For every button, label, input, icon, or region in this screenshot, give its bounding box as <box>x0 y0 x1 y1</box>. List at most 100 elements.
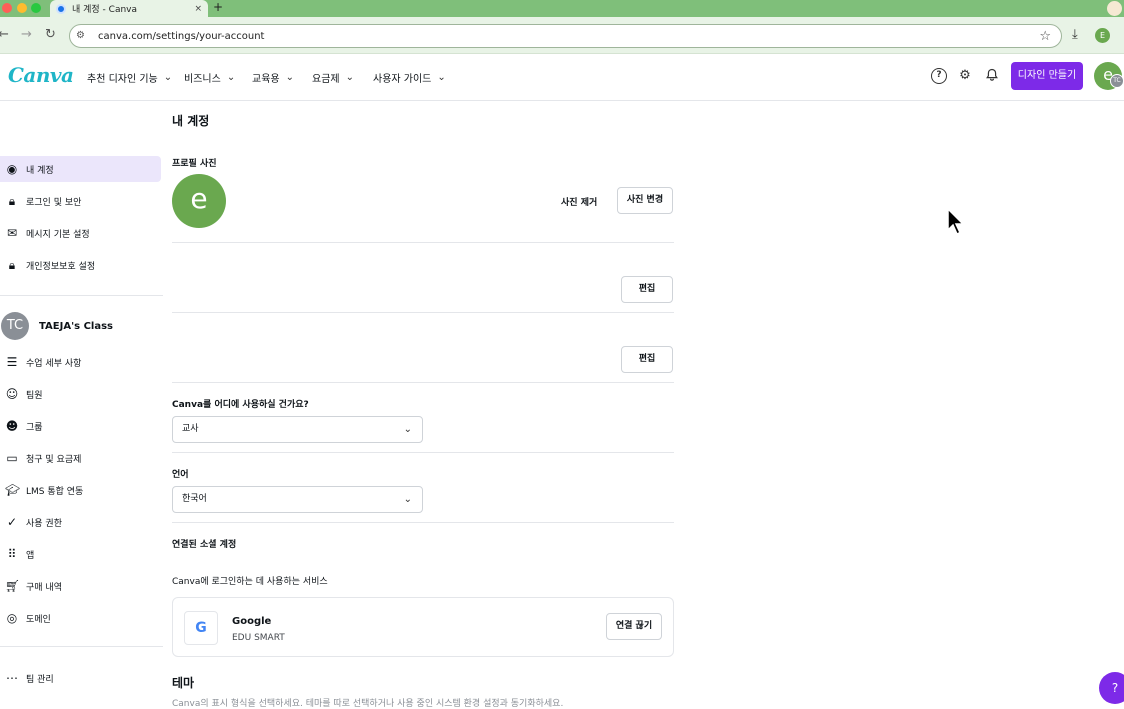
site-settings-icon[interactable]: ⚙ <box>76 30 88 42</box>
edit-button[interactable]: 편집 <box>621 346 673 373</box>
bell-icon[interactable] <box>984 68 1000 84</box>
sidebar-item-label: 도메인 <box>26 614 51 625</box>
reload-icon[interactable]: ↻ <box>45 27 56 43</box>
sidebar-item-groups[interactable]: ☻ 그룹 <box>0 413 161 439</box>
usage-select[interactable]: 교사 ⌄ <box>172 416 423 443</box>
download-icon[interactable]: ⤓ <box>1072 27 1078 42</box>
browser-profile-icon[interactable] <box>1107 1 1122 16</box>
menu-business[interactable]: 비즈니스 ⌄ <box>184 70 235 85</box>
canva-favicon-icon <box>56 3 66 14</box>
create-design-button[interactable]: 디자인 만들기 <box>1011 62 1083 90</box>
divider <box>172 242 674 243</box>
sidebar-item-label: LMS 통합 연동 <box>26 486 84 497</box>
cart-icon: 🛒︎ <box>5 579 21 593</box>
check-circle-icon: ✓ <box>6 515 18 529</box>
chevron-down-icon: ⌄ <box>285 72 294 83</box>
browser-toolbar: ← → ↻ ⚙ canva.com/settings/your-account … <box>0 17 1124 54</box>
help-icon[interactable]: ? <box>931 68 947 84</box>
usage-question-label: Canva를 어디에 사용하실 건가요? <box>172 400 309 410</box>
sidebar-item-permissions[interactable]: ✓ 사용 권한 <box>0 509 161 535</box>
browser-tab[interactable]: 내 계정 - Canva × <box>50 0 208 17</box>
user-circle-icon: ◉ <box>6 162 18 176</box>
menu-pricing[interactable]: 요금제 ⌄ <box>312 70 354 85</box>
mail-icon: ✉ <box>6 226 18 240</box>
profile-avatar: e <box>172 174 226 228</box>
profile-photo-label: 프로필 사진 <box>172 159 217 169</box>
theme-title: 테마 <box>172 676 195 690</box>
service-account: EDU SMART <box>232 633 285 643</box>
chevron-down-icon: ⌄ <box>403 494 412 505</box>
divider <box>172 382 674 383</box>
sidebar-divider <box>0 646 163 647</box>
language-select[interactable]: 한국어 ⌄ <box>172 486 423 513</box>
sidebar-item-privacy[interactable]: 🔒︎ 개인정보보호 설정 <box>0 252 161 278</box>
language-label: 언어 <box>172 470 189 480</box>
language-select-value: 한국어 <box>182 494 207 504</box>
sidebar-item-label: 로그인 및 보안 <box>26 197 82 208</box>
people-icon: ☺ <box>5 387 19 401</box>
social-accounts-label: 연결된 소셜 계정 <box>172 540 237 550</box>
menu-education[interactable]: 교육용 ⌄ <box>252 70 294 85</box>
social-accounts-desc: Canva에 로그인하는 데 사용하는 서비스 <box>172 577 328 587</box>
sidebar-item-purchases[interactable]: 🛒︎ 구매 내역 <box>0 573 161 599</box>
divider <box>172 452 674 453</box>
group-icon: ☻ <box>5 419 19 433</box>
menu-featured[interactable]: 추천 디자인 기능 ⌄ <box>87 70 172 85</box>
sidebar-item-label: 청구 및 요금제 <box>26 454 82 465</box>
remove-photo-button[interactable]: 사진 제거 <box>561 195 597 208</box>
sidebar-item-apps[interactable]: ⠿ 앱 <box>0 541 161 567</box>
canva-logo[interactable]: Canva <box>8 63 74 87</box>
sidebar-item-label: 개인정보보호 설정 <box>26 261 96 272</box>
sidebar-divider <box>0 295 163 296</box>
globe-icon: ◎ <box>6 611 18 625</box>
gear-icon[interactable]: ⚙ <box>957 68 973 84</box>
sidebar-item-billing[interactable]: ▭ 청구 및 요금제 <box>0 445 161 471</box>
graduation-cap-icon: 🎓︎ <box>5 483 21 497</box>
disconnect-button[interactable]: 연결 끊기 <box>606 613 662 640</box>
chevron-down-icon: ⌄ <box>163 72 173 83</box>
browser-tab-bar: 내 계정 - Canva × + <box>0 0 1124 17</box>
google-logo-icon: G <box>184 611 218 645</box>
chevron-down-icon: ⌄ <box>226 72 236 83</box>
tab-title: 내 계정 - Canva <box>72 5 138 15</box>
mouse-cursor-icon <box>947 208 965 236</box>
forward-arrow-icon[interactable]: → <box>21 27 32 43</box>
sidebar-item-label: 팀 관리 <box>26 674 54 685</box>
browser-profile-avatar[interactable]: E <box>1095 28 1110 43</box>
team-avatar: TC <box>1 312 29 340</box>
canva-header: Canva 추천 디자인 기능 ⌄ 비즈니스 ⌄ 교육용 ⌄ 요금제 ⌄ 사용자 가이드… <box>0 54 1124 101</box>
sidebar-item-class-details[interactable]: ☰ 수업 세부 사항 <box>0 349 161 375</box>
menu-label: 비즈니스 <box>184 74 221 85</box>
menu-user-guide[interactable]: 사용자 가이드 ⌄ <box>373 70 446 85</box>
bookmark-star-icon[interactable]: ☆ <box>1039 29 1051 44</box>
grid-icon: ⠿ <box>7 547 17 561</box>
sidebar-item-members[interactable]: ☺ 팀원 <box>0 381 161 407</box>
sidebar-item-manage-team[interactable]: ⋯ 팀 관리 <box>0 665 161 691</box>
change-photo-button[interactable]: 사진 변경 <box>617 187 673 214</box>
chevron-down-icon: ⌄ <box>437 72 446 83</box>
sidebar-item-label: 앱 <box>26 550 35 561</box>
chevron-down-icon: ⌄ <box>403 424 412 435</box>
url-text: canva.com/settings/your-account <box>98 30 265 42</box>
theme-description: Canva의 표시 형식을 선택하세요. 테마를 따로 선택하거나 사용 중인 … <box>172 699 564 709</box>
sidebar-item-login-security[interactable]: 🔒︎ 로그인 및 보안 <box>0 188 161 214</box>
sidebar-item-label: 내 계정 <box>26 165 54 176</box>
sidebar-item-message-prefs[interactable]: ✉ 메시지 기본 설정 <box>0 220 161 246</box>
minimize-window-button[interactable] <box>17 3 27 13</box>
edit-button[interactable]: 편집 <box>621 276 673 303</box>
chevron-down-icon: ⌄ <box>345 72 354 83</box>
more-dots-icon: ⋯ <box>6 671 18 685</box>
back-arrow-icon[interactable]: ← <box>0 27 9 43</box>
sidebar-item-lms[interactable]: 🎓︎ LMS 통합 연동 <box>0 477 161 503</box>
sidebar-item-label: 수업 세부 사항 <box>26 358 82 369</box>
new-tab-button[interactable]: + <box>213 0 223 15</box>
tab-close-icon[interactable]: × <box>194 4 202 14</box>
sidebar-item-label: 구매 내역 <box>26 582 62 593</box>
address-bar[interactable]: ⚙ canva.com/settings/your-account ☆ <box>69 24 1062 48</box>
maximize-window-button[interactable] <box>31 3 41 13</box>
close-window-button[interactable] <box>2 3 12 13</box>
help-fab-button[interactable]: ? <box>1099 672 1124 704</box>
card-icon: ▭ <box>6 451 18 465</box>
sidebar-item-my-account[interactable]: ◉ 내 계정 <box>0 156 161 182</box>
sidebar-item-domains[interactable]: ◎ 도메인 <box>0 605 161 631</box>
